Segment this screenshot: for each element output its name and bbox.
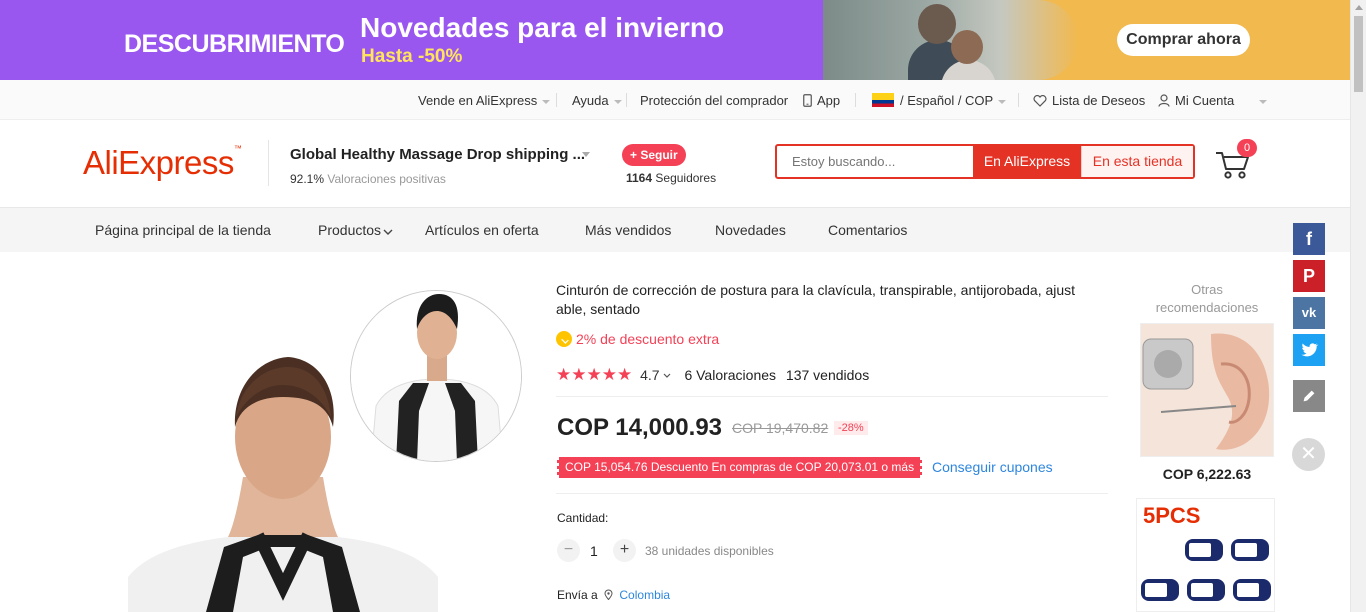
app-link[interactable]: App [803, 93, 840, 108]
rating-row: ★★★★★ 4.7 6 Valoraciones 137 vendidos [556, 365, 869, 385]
chevron-down-icon[interactable] [582, 152, 590, 157]
search-store-button[interactable]: En esta tienda [1081, 146, 1193, 177]
chevron-down-icon [663, 373, 670, 378]
banner-photo: Comprar ahora [823, 0, 1350, 80]
chevron-down-icon [613, 99, 622, 104]
search-input[interactable] [777, 146, 973, 177]
sold-count: 137 vendidos [785, 367, 870, 383]
banner-people-image [823, 0, 1078, 80]
reviews-link[interactable]: 6 Valoraciones [684, 367, 776, 383]
promo-banner[interactable]: DESCUBRIMIENTO Novedades para el inviern… [0, 0, 1350, 80]
follow-store-button[interactable]: + Seguir [622, 144, 686, 166]
recommendation-item-2[interactable]: 5PCS [1136, 498, 1275, 612]
account-dropdown[interactable] [1254, 93, 1267, 108]
store-rating: 92.1% Valoraciones positivas [290, 172, 446, 186]
get-coupons-link[interactable]: Conseguir cupones [932, 459, 1053, 475]
aliexpress-logo[interactable]: AliExpress™ [83, 144, 242, 182]
quantity-value[interactable]: 1 [590, 543, 598, 559]
location-pin-icon [604, 589, 613, 601]
product-detail-image[interactable] [350, 290, 522, 462]
star-rating-icons: ★★★★★ [556, 365, 633, 384]
ear-cleaner-image [1141, 324, 1273, 456]
oximeter-image [1141, 539, 1271, 601]
buy-now-button[interactable]: Comprar ahora [1117, 24, 1250, 56]
user-icon [1158, 94, 1170, 107]
nav-reviews[interactable]: Comentarios [828, 222, 907, 238]
chevron-down-icon [542, 99, 551, 104]
edit-pencil-icon[interactable] [1293, 380, 1325, 412]
cart-count-badge: 0 [1237, 139, 1257, 157]
ship-country-link[interactable]: Colombia [619, 588, 670, 602]
store-name[interactable]: Global Healthy Massage Drop shipping ... [290, 146, 585, 163]
model-wearing-brace-image [351, 291, 521, 461]
store-header: AliExpress™ Global Healthy Massage Drop … [0, 120, 1350, 208]
buyer-protection-link[interactable]: Protección del comprador [640, 93, 788, 108]
stock-available: 38 unidades disponibles [645, 544, 774, 558]
extra-discount: 2% de descuento extra [556, 331, 719, 347]
store-nav: Página principal de la tienda Productos … [0, 208, 1350, 252]
quantity-decrease-button[interactable]: − [557, 539, 580, 562]
quantity-increase-button[interactable]: + [613, 539, 636, 562]
page-scrollbar[interactable] [1350, 0, 1366, 612]
banner-discount: Hasta -50% [361, 46, 463, 67]
nav-new-arrivals[interactable]: Novedades [715, 222, 786, 238]
coupon-banner: COP 15,054.76 Descuento En compras de CO… [554, 457, 925, 478]
chevron-down-icon [1259, 99, 1267, 104]
nav-store-home[interactable]: Página principal de la tienda [95, 222, 271, 238]
current-price: COP 14,000.93 [557, 414, 723, 441]
nav-best-sellers[interactable]: Más vendidos [585, 222, 671, 238]
discount-badge: -28% [834, 421, 868, 435]
recommendation-item-price: COP 6,222.63 [1162, 466, 1252, 482]
nav-deals[interactable]: Artículos en oferta [425, 222, 539, 238]
top-nav: Vende en AliExpress Ayuda Protección del… [0, 80, 1350, 120]
followers-count: 1164 Seguidores [626, 171, 717, 185]
pinterest-share-icon[interactable]: P [1293, 260, 1325, 292]
original-price: COP 19,470.82 [732, 420, 829, 436]
language-currency-selector[interactable]: / Español / COP [872, 93, 1007, 108]
vk-share-icon[interactable]: vk [1293, 297, 1325, 329]
colombia-flag-icon [872, 93, 894, 107]
quantity-label: Cantidad: [557, 511, 609, 525]
product-title: Cinturón de corrección de postura para l… [556, 282, 1076, 317]
my-account-link[interactable]: Mi Cuenta [1158, 93, 1234, 108]
rating-value[interactable]: 4.7 [640, 367, 659, 383]
banner-title: Novedades para el invierno [360, 12, 725, 43]
heart-icon [1033, 94, 1047, 107]
wishlist-link[interactable]: Lista de Deseos [1033, 93, 1145, 108]
close-share-icon[interactable]: ✕ [1292, 438, 1325, 471]
coin-icon [556, 331, 572, 347]
search-aliexpress-button[interactable]: En AliExpress [973, 146, 1081, 177]
nav-products[interactable]: Productos [318, 222, 393, 238]
scrollbar-thumb[interactable] [1354, 16, 1363, 92]
phone-icon [803, 94, 812, 107]
twitter-share-icon[interactable] [1293, 334, 1325, 366]
recommendation-item-image[interactable] [1140, 323, 1274, 457]
ship-to: Envía a Colombia [557, 588, 671, 602]
sell-on-aliexpress-link[interactable]: Vende en AliExpress [418, 93, 551, 108]
chevron-down-icon [383, 229, 393, 235]
scroll-up-icon[interactable] [1355, 5, 1363, 10]
recommendations-title: Otras recomendaciones [1155, 282, 1259, 315]
facebook-share-icon[interactable]: f [1293, 223, 1325, 255]
help-link[interactable]: Ayuda [572, 93, 622, 108]
search-bar: En AliExpress En esta tienda [775, 144, 1195, 179]
banner-tag: DESCUBRIMIENTO [124, 30, 345, 58]
chevron-down-icon [998, 99, 1007, 104]
